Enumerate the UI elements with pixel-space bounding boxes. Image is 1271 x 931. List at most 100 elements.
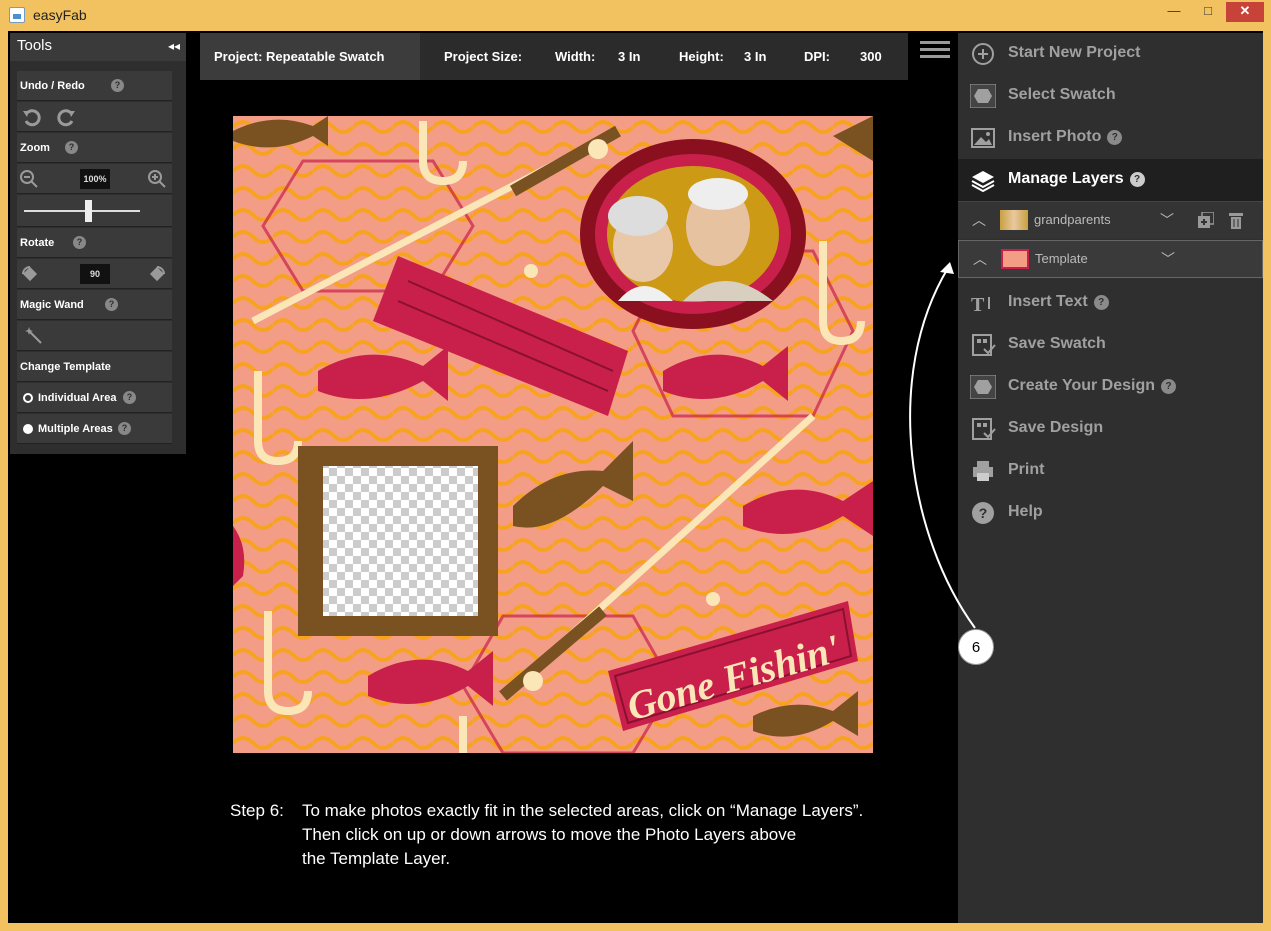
width-label: Width: <box>555 49 596 64</box>
radio-selected[interactable] <box>23 424 33 434</box>
help-icon[interactable]: ? <box>118 422 131 435</box>
move-layer-down-icon[interactable]: ﹀ <box>1160 210 1174 230</box>
zoom-label: Zoom <box>20 142 50 154</box>
menu-label: Insert Photo? <box>1008 128 1123 146</box>
layer-row-grandparents[interactable]: ︿ grandparents ﹀ <box>958 201 1263 239</box>
zoom-slider-handle[interactable] <box>84 200 92 222</box>
undo-icon[interactable] <box>21 107 41 127</box>
layers-icon <box>971 171 995 192</box>
menu-insert-photo[interactable]: Insert Photo? <box>958 117 1263 159</box>
tools-header: Tools ◂◂ <box>10 33 186 61</box>
minimize-button[interactable]: — <box>1160 2 1188 22</box>
app-icon <box>9 7 25 23</box>
step-callout-badge: 6 <box>958 629 994 665</box>
layer-name: Template <box>1035 251 1088 266</box>
layer-thumbnail <box>1001 249 1029 269</box>
window-title: easyFab <box>33 7 87 23</box>
rotate-right-icon[interactable] <box>148 265 166 283</box>
menu-label: Print <box>1008 461 1045 478</box>
menu-label: Manage Layers? <box>1008 170 1145 188</box>
hamburger-menu-icon[interactable] <box>920 41 950 62</box>
change-template-row: Change Template <box>17 352 172 382</box>
menu-manage-layers[interactable]: Manage Layers? <box>958 159 1263 201</box>
menu-save-swatch[interactable]: Save Swatch <box>958 324 1263 366</box>
magic-wand-row: Magic Wand ? <box>17 290 172 320</box>
menu-label-text: Insert Text <box>1008 293 1088 310</box>
move-layer-down-icon[interactable]: ﹀ <box>1161 249 1175 269</box>
redo-icon[interactable] <box>57 107 77 127</box>
main-menu-panel: Start New Project Select Swatch Insert P… <box>958 33 1263 923</box>
step-label: Step 6: <box>230 801 284 820</box>
menu-label-text: Create Your Design <box>1008 377 1156 394</box>
project-size-label: Project Size: <box>444 49 523 64</box>
step-line-2: Then click on up or down arrows to move … <box>302 825 797 844</box>
rotate-left-icon[interactable] <box>21 265 39 283</box>
design-canvas[interactable]: Gone Fishin' <box>233 116 873 753</box>
undo-redo-row: Undo / Redo ? <box>17 71 172 101</box>
help-icon[interactable]: ? <box>1093 295 1109 310</box>
menu-select-swatch[interactable]: Select Swatch <box>958 75 1263 117</box>
menu-label: Save Swatch <box>1008 335 1106 352</box>
zoom-out-icon[interactable] <box>20 170 38 188</box>
zoom-slider-row <box>17 195 172 227</box>
help-icon[interactable]: ? <box>123 391 136 404</box>
individual-area-label: Individual Area <box>38 392 117 404</box>
maximize-button[interactable]: □ <box>1194 2 1222 22</box>
undo-redo-label: Undo / Redo <box>20 80 85 92</box>
layer-thumbnail <box>1000 210 1028 230</box>
rotate-value[interactable]: 90 <box>80 264 110 284</box>
menu-label-text: Manage Layers <box>1008 170 1124 187</box>
menu-insert-text[interactable]: T Insert Text? <box>958 282 1263 324</box>
menu-start-new-project[interactable]: Start New Project <box>958 33 1263 75</box>
annotation-arrow <box>909 262 976 629</box>
move-layer-up-icon[interactable]: ︿ <box>972 210 986 230</box>
menu-create-your-design[interactable]: Create Your Design? <box>958 366 1263 408</box>
multiple-areas-option[interactable]: Multiple Areas ? <box>17 414 172 444</box>
menu-label: Help <box>1008 503 1043 520</box>
layer-name: grandparents <box>1034 212 1111 227</box>
change-template-label: Change Template <box>20 361 111 373</box>
swatch-artwork: Gone Fishin' <box>233 116 873 753</box>
help-icon[interactable]: ? <box>111 79 124 92</box>
close-button[interactable]: ✕ <box>1226 2 1264 22</box>
zoom-controls: 100% <box>17 164 172 194</box>
menu-label: Create Your Design? <box>1008 377 1177 395</box>
plus-circle-icon <box>972 43 994 65</box>
menu-save-design[interactable]: Save Design <box>958 408 1263 450</box>
dpi-value: 300 <box>860 49 882 64</box>
app-window: easyFab — □ ✕ Tools ◂◂ Undo / Redo ? Zoo… <box>0 0 1271 931</box>
menu-help[interactable]: ? Help <box>958 492 1263 534</box>
project-info-bar: Project: Repeatable Swatch Project Size:… <box>200 33 908 80</box>
help-icon[interactable]: ? <box>73 236 86 249</box>
menu-label: Select Swatch <box>1008 86 1116 103</box>
step-line-1: To make photos exactly fit in the select… <box>302 801 864 820</box>
rotate-row: Rotate ? <box>17 228 172 258</box>
step-text: To make photos exactly fit in the select… <box>302 799 922 871</box>
zoom-slider-track[interactable] <box>24 210 140 212</box>
menu-print[interactable]: Print <box>958 450 1263 492</box>
zoom-value[interactable]: 100% <box>80 169 110 189</box>
tools-title: Tools <box>17 37 53 54</box>
help-icon[interactable]: ? <box>65 141 78 154</box>
collapse-icon[interactable]: ◂◂ <box>168 39 180 53</box>
help-icon[interactable]: ? <box>1161 379 1177 394</box>
tools-panel: Tools ◂◂ Undo / Redo ? Zoom ? 100% Rotat… <box>10 33 186 454</box>
zoom-in-icon[interactable] <box>148 170 166 188</box>
trash-icon[interactable] <box>1228 211 1244 229</box>
layer-row-template[interactable]: ︿ Template ﹀ <box>958 240 1263 278</box>
individual-area-option[interactable]: Individual Area ? <box>17 383 172 413</box>
undo-redo-buttons <box>17 102 172 132</box>
duplicate-layer-icon[interactable] <box>1198 212 1214 228</box>
radio-unselected[interactable] <box>23 393 33 403</box>
menu-label-text: Insert Photo <box>1008 128 1102 145</box>
project-name[interactable]: Project: Repeatable Swatch <box>200 33 420 80</box>
magic-wand-tool <box>17 321 172 351</box>
step-line-3: the Template Layer. <box>302 849 451 868</box>
help-icon[interactable]: ? <box>105 298 118 311</box>
menu-label: Save Design <box>1008 419 1104 436</box>
zoom-row: Zoom ? <box>17 133 172 163</box>
title-bar[interactable]: easyFab — □ ✕ <box>0 0 1271 31</box>
help-icon[interactable]: ? <box>1129 172 1145 187</box>
help-icon[interactable]: ? <box>1107 130 1123 145</box>
magic-wand-icon[interactable] <box>25 327 43 345</box>
